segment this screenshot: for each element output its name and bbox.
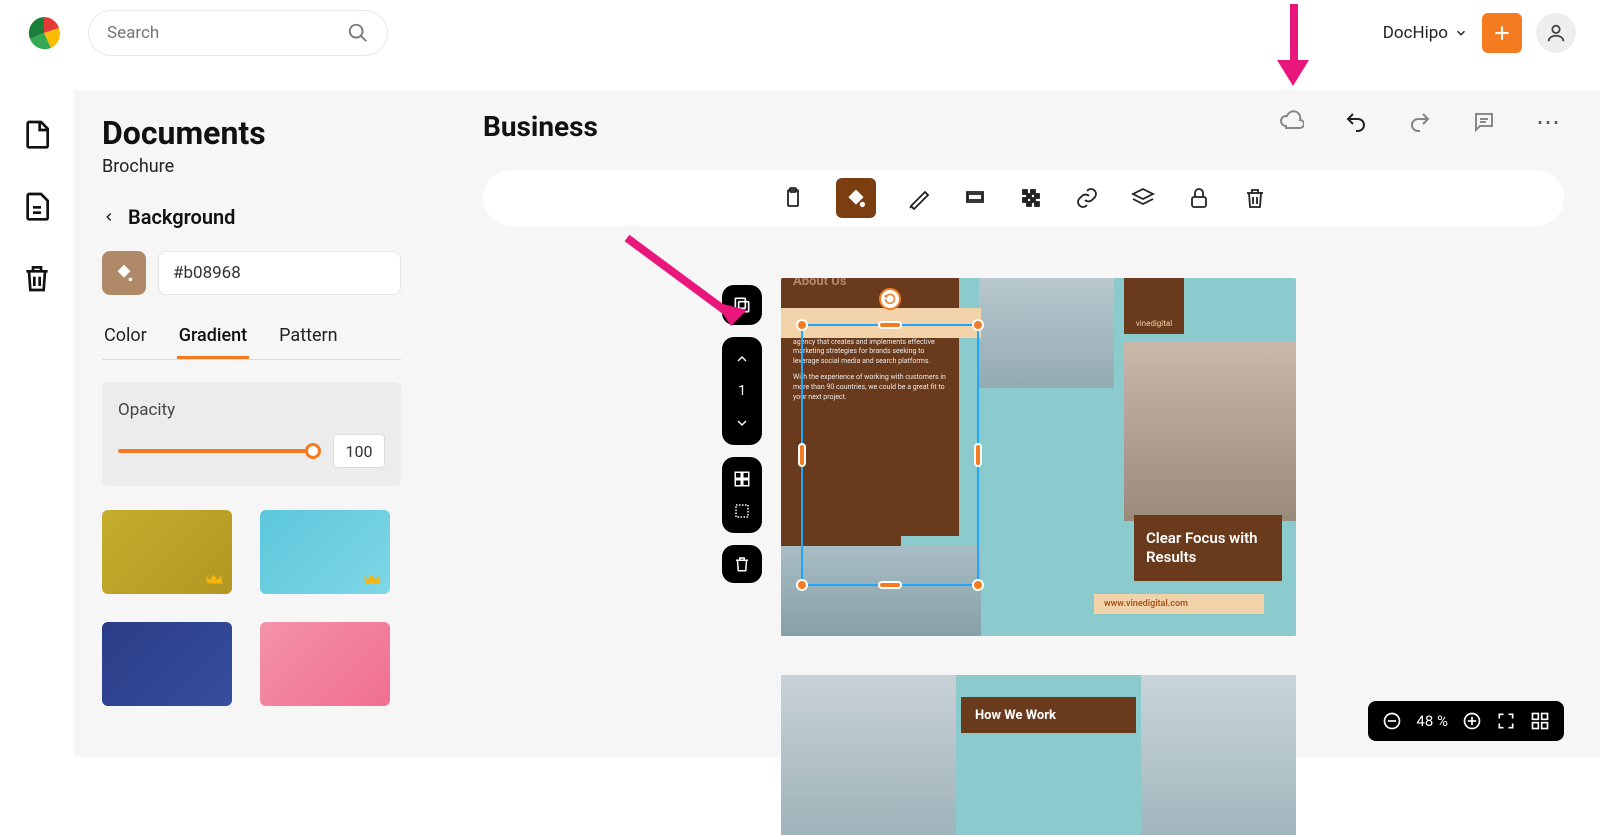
background-type-tabs: Color Gradient Pattern xyxy=(102,325,401,360)
tab-gradient[interactable]: Gradient xyxy=(177,325,249,359)
delete-button[interactable] xyxy=(1242,185,1268,211)
background-hex-input[interactable]: #b08968 xyxy=(158,251,401,295)
about-heading: About Us xyxy=(793,278,847,289)
cloud-sync-icon[interactable] xyxy=(1280,110,1304,134)
annotation-arrow-diagonal xyxy=(619,230,759,340)
canvas-page-1[interactable]: About Us From an innovative app agency, … xyxy=(781,278,1296,636)
layers-button[interactable] xyxy=(1130,185,1156,211)
comment-icon[interactable] xyxy=(1472,110,1496,134)
background-label: Background xyxy=(128,205,235,229)
user-icon xyxy=(1545,22,1567,44)
gradient-swatch[interactable] xyxy=(260,622,390,706)
trash-icon[interactable] xyxy=(21,262,53,294)
documents-icon[interactable] xyxy=(21,118,53,150)
redo-icon[interactable] xyxy=(1408,110,1432,134)
page-grid-view-button xyxy=(722,457,762,533)
fill-icon xyxy=(113,262,135,284)
stroke-button[interactable] xyxy=(906,185,932,211)
page-delete-button[interactable] xyxy=(722,545,762,583)
selection-box[interactable] xyxy=(801,324,979,586)
selection-toolbar xyxy=(483,170,1564,226)
more-actions-icon[interactable]: ⋯ xyxy=(1536,108,1564,136)
canvas-area: Business ⋯ 1 xyxy=(429,90,1600,757)
placeholder-image xyxy=(1124,341,1296,521)
zoom-in-button[interactable] xyxy=(1462,711,1482,731)
opacity-slider[interactable] xyxy=(118,449,319,453)
canvas-resize-icon[interactable] xyxy=(730,499,754,523)
resize-handle-ne[interactable] xyxy=(972,319,984,331)
page2-heading: How We Work xyxy=(961,697,1136,733)
background-back-button[interactable]: Background xyxy=(102,205,401,229)
grid-icon[interactable] xyxy=(730,467,754,491)
placeholder-image xyxy=(979,278,1114,388)
lock-button[interactable] xyxy=(1186,185,1212,211)
gradient-swatch[interactable] xyxy=(102,510,232,594)
fill-color-button[interactable] xyxy=(836,178,876,218)
search-icon[interactable] xyxy=(347,22,369,44)
border-button[interactable] xyxy=(962,185,988,211)
opacity-slider-knob[interactable] xyxy=(305,443,321,459)
background-color-chip[interactable] xyxy=(102,251,146,295)
crown-icon xyxy=(364,572,382,586)
account-avatar-button[interactable] xyxy=(1536,13,1576,53)
link-button[interactable] xyxy=(1074,185,1100,211)
left-rail xyxy=(0,90,74,757)
trash-icon xyxy=(733,555,751,573)
search-input-wrapper xyxy=(88,10,388,56)
clipboard-button[interactable] xyxy=(780,185,806,211)
opacity-card: Opacity 100 xyxy=(102,382,401,486)
workspace-label: DocHipo xyxy=(1383,23,1448,43)
zoom-toolbar: 48 % xyxy=(1368,701,1564,741)
chevron-down-icon xyxy=(1454,26,1468,40)
brand-url: www.vinedigital.com xyxy=(1094,594,1264,614)
hero-tagline: Clear Focus with Results xyxy=(1134,515,1282,581)
page-next-button[interactable] xyxy=(730,411,754,435)
workspace-switcher[interactable]: DocHipo xyxy=(1383,23,1468,43)
app-logo xyxy=(24,13,64,53)
opacity-value[interactable]: 100 xyxy=(333,434,385,468)
resize-handle-w[interactable] xyxy=(798,443,806,467)
chevron-left-icon xyxy=(102,210,116,224)
tab-color[interactable]: Color xyxy=(102,325,149,359)
new-document-button[interactable] xyxy=(1482,13,1522,53)
brand-badge: vinedigital xyxy=(1124,278,1184,334)
undo-icon[interactable] xyxy=(1344,110,1368,134)
gradient-swatch[interactable] xyxy=(102,622,232,706)
canvas-actions: ⋯ xyxy=(1280,108,1564,136)
resize-handle-sw[interactable] xyxy=(796,579,808,591)
opacity-label: Opacity xyxy=(118,400,385,420)
gradient-swatch-grid xyxy=(102,510,401,706)
plus-icon xyxy=(1492,23,1512,43)
resize-handle-n[interactable] xyxy=(878,321,902,329)
opacity-button[interactable] xyxy=(1018,185,1044,211)
zoom-out-button[interactable] xyxy=(1382,711,1402,731)
rotate-handle[interactable] xyxy=(879,288,901,310)
zoom-level[interactable]: 48 % xyxy=(1416,712,1448,730)
sidepanel-documents: Documents Brochure Background #b08968 Co… xyxy=(74,90,429,757)
canvas-page-2[interactable]: How We Work xyxy=(781,675,1296,835)
tab-pattern[interactable]: Pattern xyxy=(277,325,339,359)
page-navigator: 1 xyxy=(722,337,762,445)
grid-view-button[interactable] xyxy=(1530,711,1550,731)
gradient-swatch[interactable] xyxy=(260,510,390,594)
sidepanel-title: Documents xyxy=(102,114,401,152)
fullscreen-button[interactable] xyxy=(1496,711,1516,731)
resize-handle-s[interactable] xyxy=(878,581,902,589)
sidepanel-subtitle: Brochure xyxy=(102,156,401,177)
page-prev-button[interactable] xyxy=(730,347,754,371)
resize-handle-e[interactable] xyxy=(974,443,982,467)
resize-handle-se[interactable] xyxy=(972,579,984,591)
crown-icon xyxy=(206,572,224,586)
annotation-arrow-down xyxy=(1281,4,1305,84)
resize-handle-nw[interactable] xyxy=(796,319,808,331)
page-title: Business xyxy=(483,110,598,143)
page-number: 1 xyxy=(730,379,754,403)
templates-icon[interactable] xyxy=(21,190,53,222)
search-input[interactable] xyxy=(107,23,347,43)
